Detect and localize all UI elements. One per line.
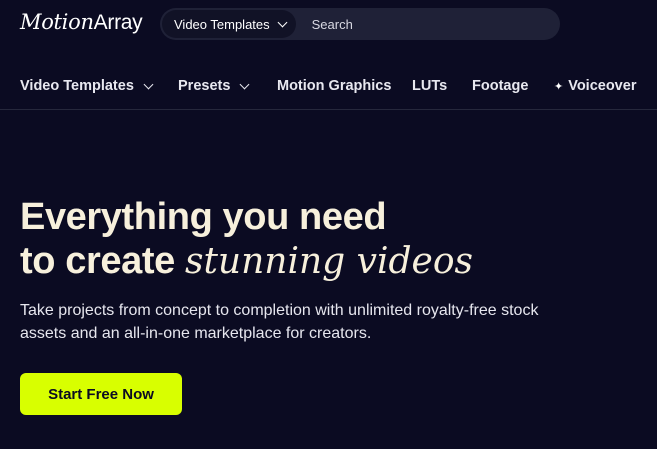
logo-part-motion: Motion bbox=[20, 10, 94, 34]
chevron-down-icon bbox=[143, 79, 154, 89]
top-bar: Motion Array Video Templates bbox=[0, 0, 657, 50]
hero-subtext: Take projects from concept to completion… bbox=[20, 302, 539, 342]
search-category-label: Video Templates bbox=[174, 16, 270, 32]
sparkle-icon: ✦ bbox=[554, 80, 564, 93]
nav-item-motion-graphics[interactable]: Motion Graphics bbox=[277, 78, 391, 94]
main-nav: Video Templates Presets Motion Graphics … bbox=[0, 62, 657, 110]
nav-item-presets[interactable]: Presets bbox=[178, 78, 250, 94]
nav-item-label: Footage bbox=[472, 78, 529, 94]
hero-section: Everything you need to create stunning v… bbox=[20, 195, 640, 345]
nav-item-label: Voiceover bbox=[568, 78, 637, 94]
nav-item-video-templates[interactable]: Video Templates bbox=[20, 78, 154, 94]
chevron-down-icon bbox=[277, 17, 288, 27]
nav-item-label: Video Templates bbox=[20, 78, 134, 94]
nav-item-label: Presets bbox=[178, 78, 231, 94]
nav-item-voiceover[interactable]: ✦ Voiceover bbox=[554, 78, 636, 94]
search-category-select[interactable]: Video Templates bbox=[162, 10, 296, 38]
start-free-now-button[interactable]: Start Free Now bbox=[20, 373, 182, 415]
logo-part-array: Array bbox=[93, 11, 143, 34]
search-bar: Video Templates bbox=[160, 8, 560, 40]
headline-accent: stunning videos bbox=[184, 241, 474, 282]
headline-line-2-plain: to create bbox=[20, 240, 185, 282]
nav-item-label: LUTs bbox=[412, 78, 448, 94]
hero-headline: Everything you need to create stunning v… bbox=[20, 195, 640, 284]
nav-item-label: Motion Graphics bbox=[277, 78, 392, 94]
search-input[interactable] bbox=[295, 16, 560, 32]
chevron-down-icon bbox=[239, 79, 250, 89]
nav-item-footage[interactable]: Footage bbox=[472, 78, 528, 94]
nav-item-luts[interactable]: LUTs bbox=[412, 78, 447, 94]
motionarray-logo[interactable]: Motion Array bbox=[20, 10, 143, 35]
headline-line-1: Everything you need bbox=[20, 196, 387, 238]
